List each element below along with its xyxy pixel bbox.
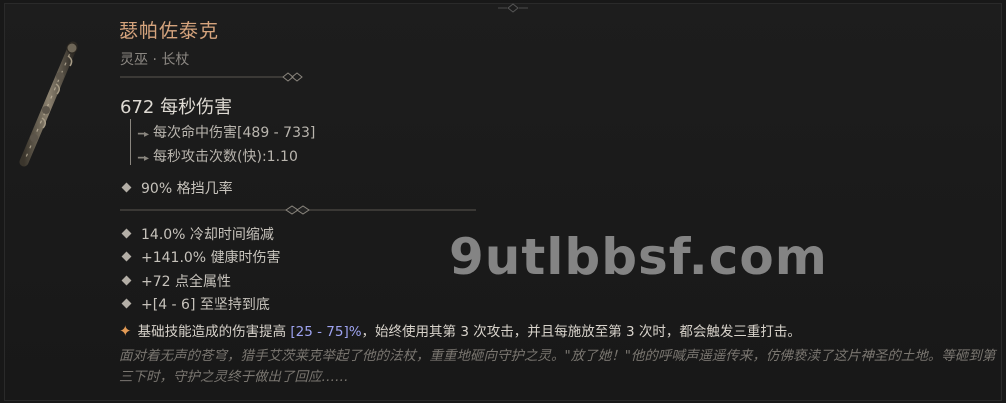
- diamond-icon: [121, 182, 132, 193]
- staff-icon: [19, 41, 78, 167]
- section-divider: [120, 203, 476, 217]
- item-name: 瑟帕佐泰克: [119, 20, 220, 42]
- legendary-range: [25 - 75]%: [290, 324, 362, 340]
- top-ornament-icon: [498, 3, 528, 13]
- legendary-suffix: ，始终使用其第 3 次攻击，并且每施放至第 3 次时，都会触发三重打击。: [361, 324, 801, 340]
- implicit-affix: 90% 格挡几率: [121, 178, 233, 198]
- damage-per-hit: 每次命中伤害[489 - 733]: [153, 125, 316, 141]
- attack-speed-row: ━▸ 每秒攻击次数(快):1.10: [138, 146, 298, 166]
- damage-per-hit-row: ━▸ 每次命中伤害[489 - 733]: [138, 122, 315, 142]
- item-type: 灵巫 · 长杖: [120, 52, 190, 68]
- watermark: 9utlbbsf.com: [449, 228, 828, 286]
- affix-text: +72 点全属性: [141, 274, 231, 290]
- diamond-icon: [121, 298, 132, 309]
- star-icon: ✦: [119, 322, 132, 340]
- legendary-affix: ✦ 基础技能造成的伤害提高 [25 - 75]%，始终使用其第 3 次攻击，并且每…: [119, 320, 801, 340]
- diamond-icon: [121, 251, 132, 262]
- affix-text: 90% 格挡几率: [141, 181, 233, 197]
- diamond-icon: [121, 275, 132, 286]
- affix-row: +[4 - 6] 至坚持到底: [121, 294, 270, 314]
- affix-text: +141.0% 健康时伤害: [141, 250, 281, 266]
- affix-row: +72 点全属性: [121, 271, 231, 291]
- affix-text: +[4 - 6] 至坚持到底: [141, 297, 270, 313]
- affix-row: +141.0% 健康时伤害: [121, 247, 281, 267]
- branch-arrow-icon: ━▸: [138, 129, 150, 140]
- legendary-prefix: 基础技能造成的伤害提高: [137, 324, 291, 340]
- branch-arrow-icon: ━▸: [138, 153, 150, 164]
- affix-row: 14.0% 冷却时间缩减: [121, 224, 274, 244]
- section-divider: [120, 70, 304, 84]
- affix-text: 14.0% 冷却时间缩减: [141, 227, 274, 243]
- attacks-per-second: 每秒攻击次数(快):1.10: [153, 149, 298, 165]
- flavor-text: 面对着无声的苍穹，猎手艾茨莱克举起了他的法杖，重重地砸向守护之灵。"放了她！"他…: [119, 348, 996, 385]
- dps-value: 672 每秒伤害: [120, 97, 233, 118]
- diamond-icon: [121, 228, 132, 239]
